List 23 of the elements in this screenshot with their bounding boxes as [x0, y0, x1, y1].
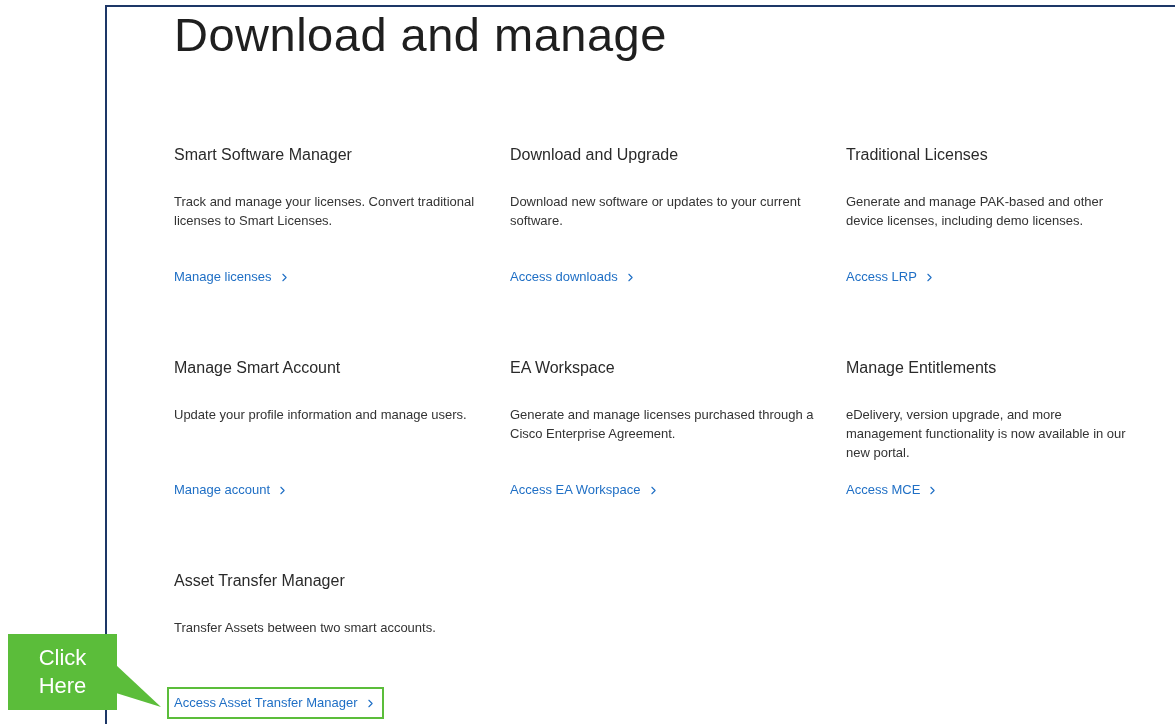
- section-description: Download new software or updates to your current software.: [510, 193, 802, 230]
- section-title: Download and Upgrade: [510, 145, 679, 165]
- section-link[interactable]: Access Asset Transfer Manager: [167, 687, 384, 719]
- section-description: Update your profile information and manage users.: [174, 406, 468, 424]
- section-link[interactable]: Access MCE: [839, 474, 947, 506]
- section-title: Asset Transfer Manager: [174, 571, 345, 591]
- section-link[interactable]: Manage licenses: [167, 261, 298, 293]
- page-title: Download and manage: [174, 7, 668, 63]
- section-link[interactable]: Access downloads: [503, 261, 644, 293]
- section-title: Manage Entitlements: [846, 358, 997, 378]
- section-description: eDelivery, version upgrade, and more management functionality is now available in our new portal.: [846, 406, 1127, 462]
- section-description: Transfer Assets between two smart accounts.: [174, 619, 437, 637]
- section-description: Track and manage your licenses. Convert traditional licenses to Smart Licenses.: [174, 193, 476, 230]
- section-description: Generate and manage PAK-based and other device licenses, including demo licenses.: [846, 193, 1105, 230]
- section-title: Manage Smart Account: [174, 358, 341, 378]
- section-link[interactable]: Manage account: [167, 474, 297, 506]
- callout-pointer: [116, 665, 162, 708]
- section-description: Generate and manage licenses purchased through a Cisco Enterprise Agreement.: [510, 406, 815, 443]
- section-title: Traditional Licenses: [846, 145, 988, 165]
- section-link[interactable]: Access EA Workspace: [503, 474, 667, 506]
- section-link[interactable]: Access LRP: [839, 261, 943, 293]
- section-title: EA Workspace: [510, 358, 615, 378]
- section-title: Smart Software Manager: [174, 145, 352, 165]
